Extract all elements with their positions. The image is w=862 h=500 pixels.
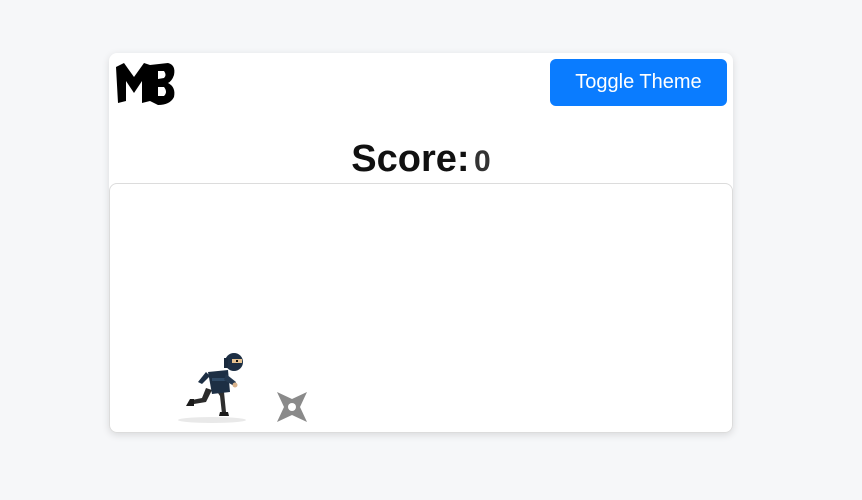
game-card: Toggle Theme Score: 0 <box>109 53 733 433</box>
score-label: Score: <box>351 138 470 180</box>
mb-logo <box>116 63 175 105</box>
game-area[interactable] <box>109 183 733 433</box>
ninja-player <box>178 353 246 423</box>
score-value: 0 <box>474 145 491 178</box>
score-display: Score: 0 <box>109 137 733 189</box>
toggle-theme-button[interactable]: Toggle Theme <box>550 59 727 106</box>
shuriken-icon <box>277 392 307 422</box>
